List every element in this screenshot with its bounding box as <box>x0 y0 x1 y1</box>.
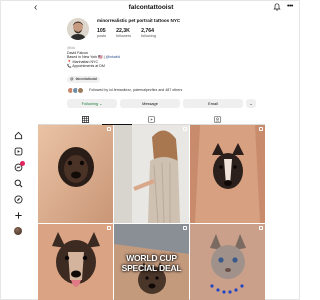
explore-icon[interactable] <box>10 193 26 205</box>
reels-icon[interactable] <box>146 114 156 124</box>
profile-display-name: minorrealistic pet portrait tattoos NYC <box>97 18 181 23</box>
stat-posts[interactable]: 105 posts <box>97 28 106 38</box>
home-icon[interactable] <box>10 129 26 141</box>
instagram-profile-screen: ‹ falcontattooist ••• minorrealistic pet… <box>0 0 300 300</box>
reel-icon <box>183 226 187 230</box>
profile-avatar[interactable] <box>67 18 89 40</box>
messages-icon[interactable] <box>10 161 26 173</box>
top-bar: ‹ falcontattooist ••• <box>1 1 301 15</box>
stat-following[interactable]: 2,764 following <box>141 28 156 38</box>
avatar <box>77 86 84 94</box>
post-overlay-text: WORLD CUP SPECIAL DEAL <box>121 253 182 273</box>
suggested-toggle-button[interactable]: ⌄ <box>246 99 256 108</box>
search-icon[interactable] <box>10 177 26 189</box>
reel-icon <box>183 127 187 131</box>
create-icon[interactable] <box>10 209 26 221</box>
bio-location: Based in New York <box>67 55 98 60</box>
multi-post-icon <box>107 226 111 230</box>
profile-actions: Following ⌄ Message Email ⌄ <box>67 99 256 108</box>
threads-icon: @ <box>70 77 74 81</box>
multi-post-icon <box>107 127 111 131</box>
post-tile[interactable]: WORLD CUP SPECIAL DEAL <box>114 224 189 300</box>
following-button[interactable]: Following ⌄ <box>67 99 117 108</box>
notification-badge <box>20 161 25 166</box>
post-grid: WORLD CUP SPECIAL DEAL <box>38 125 265 300</box>
stat-label: followers <box>116 34 132 38</box>
post-tile[interactable] <box>38 125 113 223</box>
followed-by-text: Followed by iol.femaniiezz, paternalpezf… <box>89 88 183 92</box>
profile-avatar-icon[interactable] <box>10 225 26 237</box>
followed-by-row[interactable]: Followed by iol.femaniiezz, paternalpezf… <box>67 86 182 94</box>
profile-tabs <box>38 113 265 125</box>
reels-icon[interactable] <box>10 145 26 157</box>
followed-by-avatars <box>67 86 87 94</box>
stat-label: posts <box>97 34 107 38</box>
profile-bio: @falc David Falcon Based in New York 🇺🇸 … <box>67 46 121 69</box>
email-button[interactable]: Email <box>183 99 243 108</box>
profile-handle-title: falcontattooist <box>128 4 174 11</box>
grid-icon[interactable] <box>80 114 90 124</box>
message-button[interactable]: Message <box>120 99 180 108</box>
threads-handle: falcontattooist <box>75 77 98 81</box>
post-tile[interactable] <box>38 224 113 300</box>
profile-stats: 105 posts 22,3K followers 2,764 followin… <box>97 28 156 38</box>
bell-icon[interactable] <box>273 3 281 11</box>
tagged-icon[interactable] <box>212 114 222 124</box>
bio-appointments: Appointments at DM <box>72 64 105 69</box>
bio-tag-link[interactable]: @inkwild <box>106 55 120 59</box>
multi-post-icon <box>259 127 263 131</box>
stat-followers[interactable]: 22,3K followers <box>116 28 131 38</box>
multi-post-icon <box>259 226 263 230</box>
post-tile[interactable] <box>190 125 265 223</box>
post-tile[interactable] <box>190 224 265 300</box>
stat-label: following <box>141 34 156 38</box>
threads-pill[interactable]: @ falcontattooist <box>67 76 101 83</box>
post-tile[interactable] <box>114 125 189 223</box>
more-dots-icon[interactable]: ••• <box>287 3 293 10</box>
